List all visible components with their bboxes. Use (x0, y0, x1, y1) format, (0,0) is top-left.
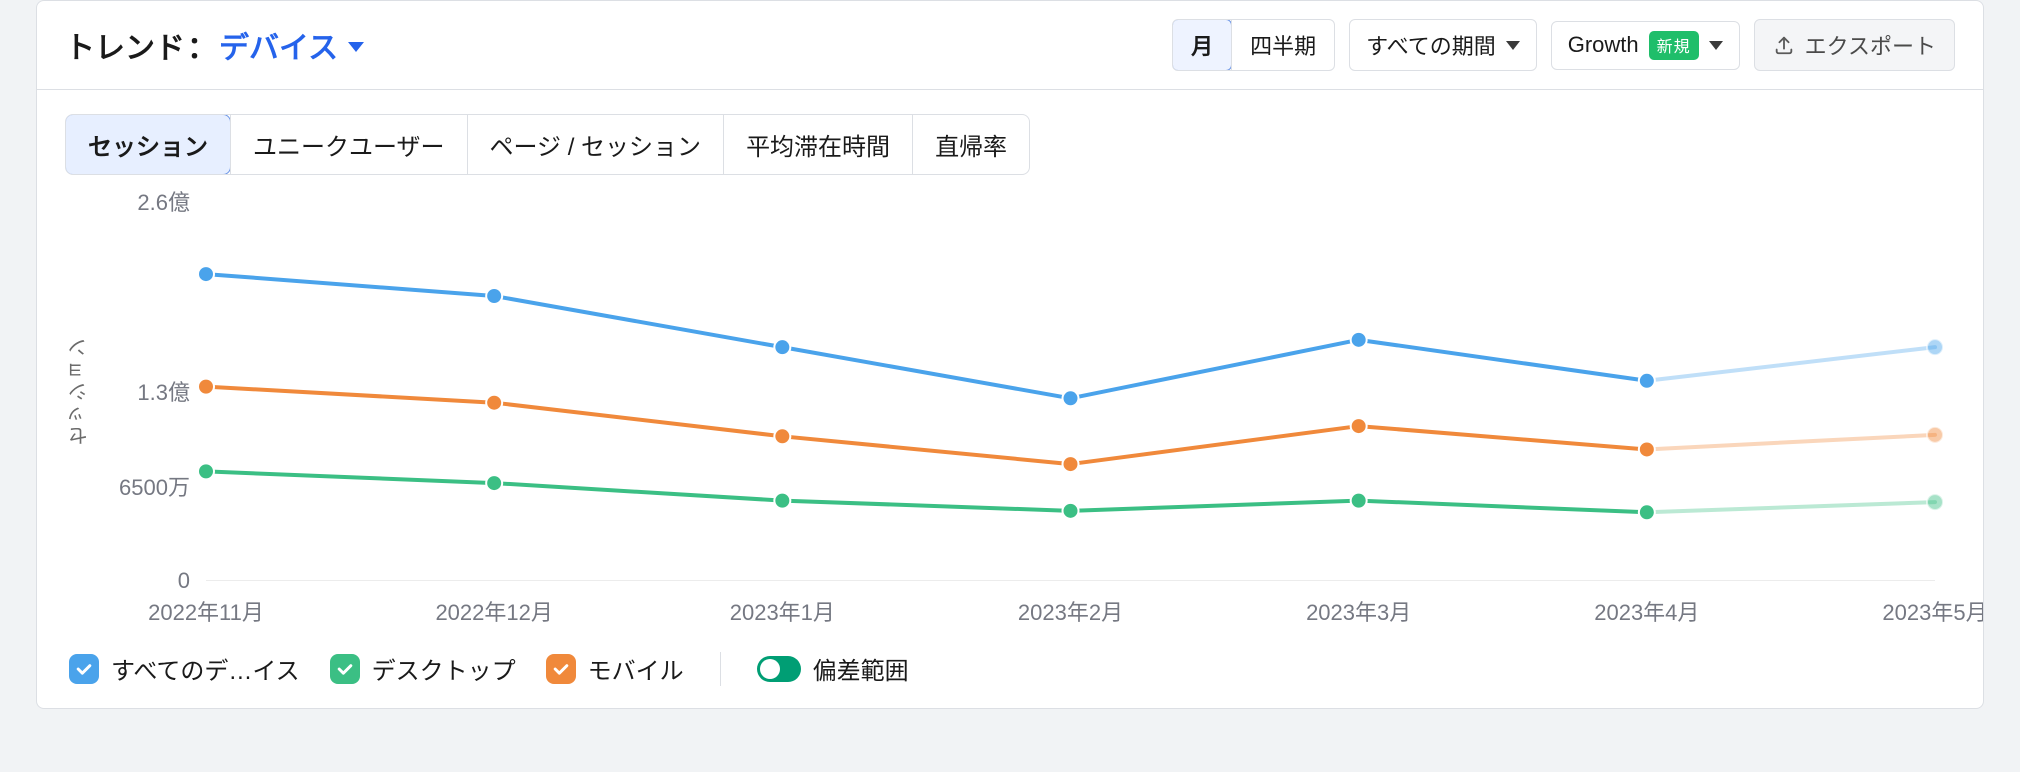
date-range-dropdown[interactable]: すべての期間 (1349, 19, 1537, 71)
checkbox-icon (330, 654, 360, 684)
growth-dropdown[interactable]: Growth 新規 (1551, 21, 1740, 70)
tab-unique-users[interactable]: ユニークユーザー (230, 115, 467, 174)
tab-avg-duration[interactable]: 平均滞在時間 (723, 115, 912, 174)
x-tick-label: 2023年3月 (1306, 581, 1411, 627)
y-axis-title: セッション (65, 336, 94, 446)
checkbox-icon (69, 654, 99, 684)
x-tick-label: 2023年4月 (1594, 581, 1699, 627)
tab-sessions[interactable]: セッション (65, 114, 231, 175)
legend-deviation-label: 偏差範囲 (813, 651, 909, 686)
period-month-button[interactable]: 月 (1172, 19, 1232, 71)
chart-area: セッション 06500万1.3億2.6億 2022年11月2022年12月202… (65, 201, 1955, 581)
trend-card: トレンド ： デバイス 月 四半期 すべての期間 Growth 新 (36, 0, 1984, 709)
legend-all-devices[interactable]: すべてのデ…イス (69, 651, 300, 686)
chart-lines (206, 201, 1935, 581)
header-controls: 月 四半期 すべての期間 Growth 新規 エクスポート (1172, 19, 1955, 71)
checkbox-icon (546, 654, 576, 684)
x-tick-label: 2023年2月 (1018, 581, 1123, 627)
y-tick-label: 1.3億 (137, 375, 206, 407)
title-separator: ： (187, 23, 217, 67)
x-tick-label: 2023年5月 (1882, 581, 1984, 627)
period-quarter-button[interactable]: 四半期 (1231, 20, 1334, 70)
legend-desktop-label: デスクトップ (372, 651, 516, 686)
period-segment: 月 四半期 (1172, 19, 1335, 71)
metric-tabs: セッション ユニークユーザー ページ / セッション 平均滞在時間 直帰率 (65, 114, 1030, 175)
dimension-dropdown[interactable]: デバイス (219, 23, 364, 67)
legend-desktop[interactable]: デスクトップ (330, 651, 516, 686)
chevron-down-icon (348, 42, 364, 52)
new-badge: 新規 (1649, 31, 1699, 60)
card-header: トレンド ： デバイス 月 四半期 すべての期間 Growth 新 (37, 1, 1983, 90)
title-prefix: トレンド (65, 23, 185, 67)
export-label: エクスポート (1805, 29, 1936, 61)
chart-plot: 06500万1.3億2.6億 2022年11月2022年12月2023年1月20… (206, 201, 1935, 581)
y-tick-label: 2.6億 (137, 185, 206, 217)
upload-icon (1773, 34, 1795, 56)
x-tick-label: 2022年12月 (435, 581, 552, 627)
date-range-label: すべての期間 (1366, 29, 1496, 61)
tab-bounce-rate[interactable]: 直帰率 (912, 115, 1029, 174)
legend-mobile-label: モバイル (588, 651, 684, 686)
export-button[interactable]: エクスポート (1754, 19, 1955, 71)
dimension-label: デバイス (219, 23, 338, 67)
legend-mobile[interactable]: モバイル (546, 651, 684, 686)
card-title: トレンド ： デバイス (65, 23, 364, 67)
tab-pages-session[interactable]: ページ / セッション (467, 115, 724, 174)
chevron-down-icon (1709, 41, 1723, 50)
legend: すべてのデ…イス デスクトップ モバイル 偏差範囲 (65, 651, 1955, 686)
card-body: セッション ユニークユーザー ページ / セッション 平均滞在時間 直帰率 セッ… (37, 90, 1983, 708)
legend-all-label: すべてのデ…イス (111, 651, 300, 686)
x-tick-label: 2022年11月 (148, 581, 264, 627)
growth-label: Growth (1568, 32, 1639, 58)
toggle-icon (757, 656, 801, 682)
legend-deviation-toggle[interactable]: 偏差範囲 (757, 651, 909, 686)
x-tick-label: 2023年1月 (730, 581, 835, 627)
chevron-down-icon (1506, 41, 1520, 50)
legend-divider (720, 652, 721, 686)
y-tick-label: 6500万 (119, 470, 206, 502)
